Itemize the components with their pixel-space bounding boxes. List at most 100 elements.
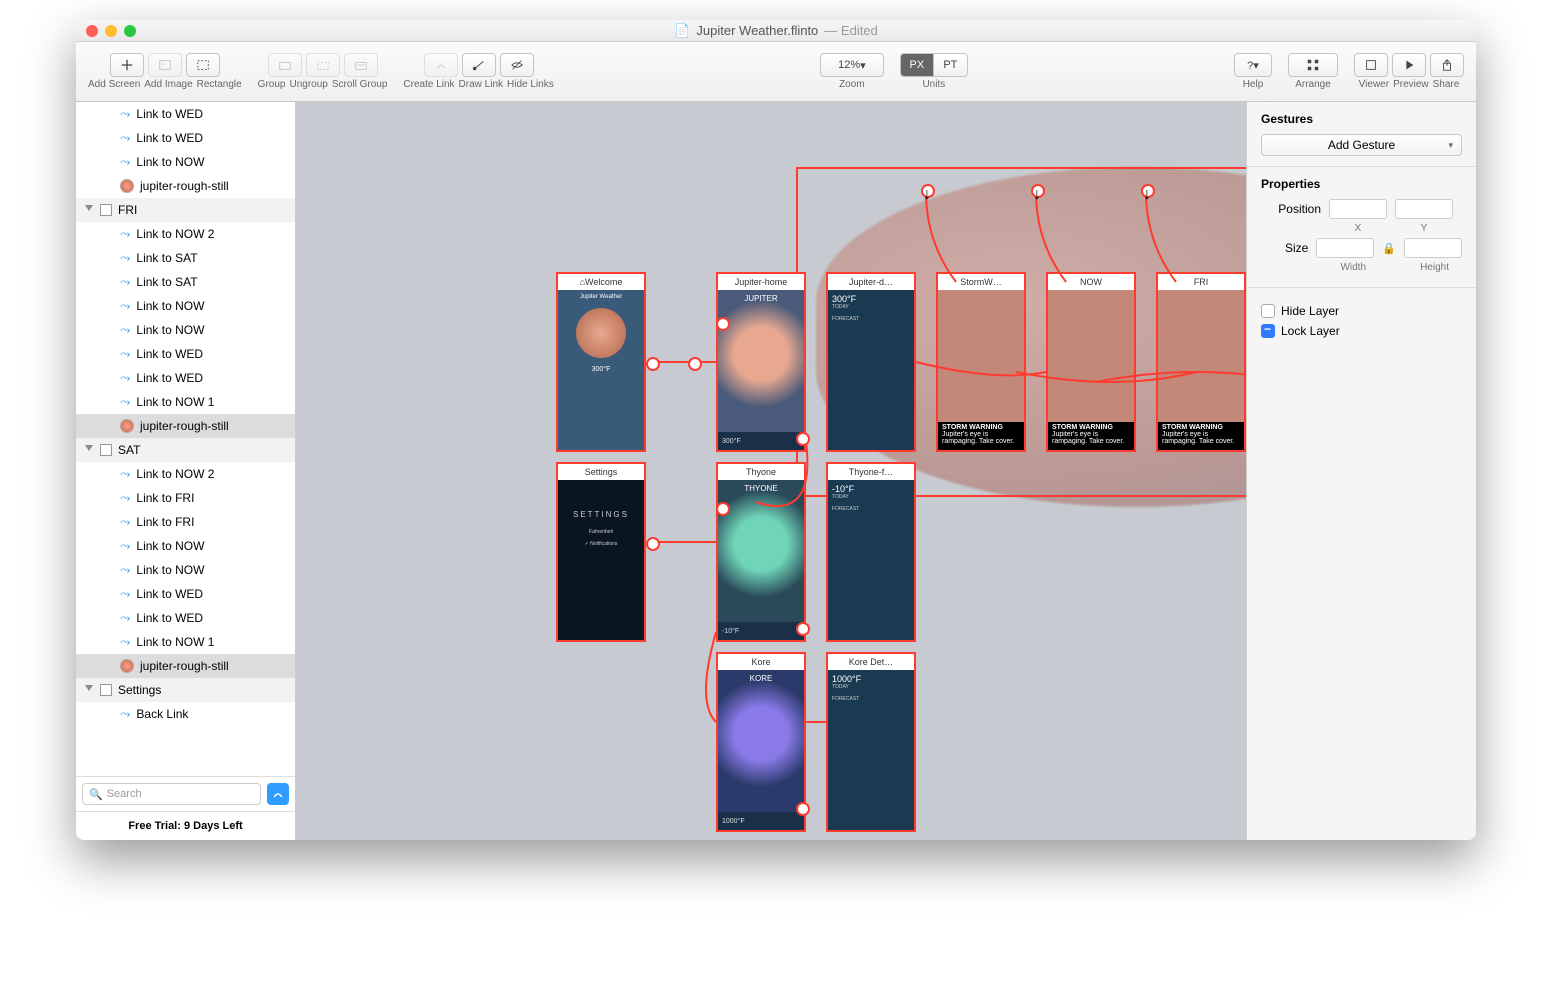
close-window[interactable] — [86, 25, 98, 37]
sidebar-item[interactable]: ⤳Link to FRI — [76, 510, 295, 534]
sidebar-item[interactable]: ⤳Link to WED — [76, 342, 295, 366]
link-node[interactable] — [646, 537, 660, 551]
sidebar-item-label: Link to NOW — [136, 563, 204, 577]
sidebar-item[interactable]: ⤳Link to WED — [76, 366, 295, 390]
sidebar-item[interactable]: ⤳Link to NOW — [76, 534, 295, 558]
link-icon: ⤳ — [120, 226, 130, 242]
sidebar-item[interactable]: ⤳ Link to NOW 2 — [76, 222, 295, 246]
size-height-input[interactable] — [1404, 238, 1462, 258]
sidebar-item[interactable]: ⤳Link to WED — [76, 102, 295, 126]
lock-aspect-icon[interactable]: 🔒 — [1382, 242, 1396, 255]
rectangle-button[interactable] — [186, 53, 220, 77]
sidebar-item[interactable]: ⤳Link to WED — [76, 126, 295, 150]
link-node[interactable] — [716, 317, 730, 331]
link-node[interactable] — [796, 802, 810, 816]
sidebar-item-label: Link to NOW 1 — [136, 635, 214, 649]
sidebar-item[interactable]: ⤳Link to SAT — [76, 270, 295, 294]
arrange-button[interactable] — [1288, 53, 1338, 77]
canvas[interactable]: ⌂ Welcome Jupiter Weather300°F Jupiter-h… — [296, 102, 1246, 840]
link-node[interactable]: ↓ — [921, 184, 935, 198]
hide-layer-checkbox[interactable] — [1261, 304, 1275, 318]
screen-storm-warning[interactable]: StormW… STORM WARNINGJupiter's eye is ra… — [936, 272, 1026, 452]
preview-button[interactable] — [1392, 53, 1426, 77]
gestures-header: Gestures — [1261, 112, 1462, 126]
share-button[interactable] — [1430, 53, 1464, 77]
add-image-label: Add Image — [144, 79, 192, 90]
sidebar-item[interactable]: ⤳Link to NOW — [76, 150, 295, 174]
help-label: Help — [1243, 79, 1264, 90]
sidebar-item[interactable]: ⤳Link to NOW 2 — [76, 462, 295, 486]
screen-icon — [100, 444, 112, 456]
zoom-window[interactable] — [124, 25, 136, 37]
lock-layer-checkbox[interactable] — [1261, 324, 1275, 338]
sidebar-item-label: Link to NOW 2 — [136, 227, 214, 241]
position-x-input[interactable] — [1329, 199, 1387, 219]
sidebar-section-settings[interactable]: Settings — [76, 678, 295, 702]
sidebar-section-sat[interactable]: SAT — [76, 438, 295, 462]
link-mode-toggle[interactable] — [267, 783, 289, 805]
screen-thyone-forecast[interactable]: Thyone-f… -10°FTODAYFORECAST — [826, 462, 916, 642]
sidebar-item[interactable]: ⤳Link to NOW — [76, 318, 295, 342]
position-y-input[interactable] — [1395, 199, 1453, 219]
add-screen-label: Add Screen — [88, 79, 140, 90]
screen-kore[interactable]: Kore KORE 1000°F — [716, 652, 806, 832]
add-image-button[interactable] — [148, 53, 182, 77]
add-gesture-button[interactable]: Add Gesture — [1261, 134, 1462, 156]
ungroup-button[interactable] — [306, 53, 340, 77]
screen-jupiter-home[interactable]: Jupiter-home JUPITER 300°F — [716, 272, 806, 452]
group-label: Group — [258, 79, 286, 90]
sidebar-section-fri[interactable]: FRI — [76, 198, 295, 222]
sidebar-item[interactable]: ⤳Link to NOW 1 — [76, 630, 295, 654]
sidebar-item[interactable]: jupiter-rough-still — [76, 654, 295, 678]
sidebar-item[interactable]: ⤳Link to SAT — [76, 246, 295, 270]
link-node[interactable] — [716, 502, 730, 516]
link-node[interactable] — [646, 357, 660, 371]
sidebar-item[interactable]: jupiter-rough-still — [76, 414, 295, 438]
ungroup-label: Ungroup — [289, 79, 327, 90]
screen-thyone[interactable]: Thyone THYONE -10°F — [716, 462, 806, 642]
link-node[interactable]: ↓ — [1031, 184, 1045, 198]
screen-icon — [100, 204, 112, 216]
add-screen-button[interactable] — [110, 53, 144, 77]
toolbar: Add Screen Add Image Rectangle Group Ung… — [76, 42, 1476, 102]
screen-settings[interactable]: Settings SETTINGSFahrenheit✓ Notificatio… — [556, 462, 646, 642]
sidebar-item[interactable]: ⤳Link to FRI — [76, 486, 295, 510]
link-node[interactable] — [796, 622, 810, 636]
screen-now[interactable]: NOW STORM WARNINGJupiter's eye is rampag… — [1046, 272, 1136, 452]
group-button[interactable] — [268, 53, 302, 77]
sidebar-item[interactable]: ⤳Link to WED — [76, 582, 295, 606]
create-link-button[interactable] — [424, 53, 458, 77]
link-icon: ⤳ — [120, 562, 130, 578]
sidebar-item[interactable]: ⤳Link to NOW 1 — [76, 390, 295, 414]
inspector: Gestures Add Gesture Properties Position… — [1246, 102, 1476, 840]
screen-welcome[interactable]: ⌂ Welcome Jupiter Weather300°F — [556, 272, 646, 452]
screen-fri[interactable]: FRI STORM WARNINGJupiter's eye is rampag… — [1156, 272, 1246, 452]
disclosure-icon — [85, 685, 93, 695]
sidebar-item[interactable]: jupiter-rough-still — [76, 174, 295, 198]
minimize-window[interactable] — [105, 25, 117, 37]
help-button[interactable]: ?▾ — [1234, 53, 1272, 77]
units-pt-button[interactable]: PT — [934, 53, 968, 77]
link-icon: ⤳ — [120, 538, 130, 554]
draw-link-button[interactable] — [462, 53, 496, 77]
scroll-group-button[interactable] — [344, 53, 378, 77]
size-width-input[interactable] — [1316, 238, 1374, 258]
sidebar-item[interactable]: ⤳ Link to NOW — [76, 558, 295, 582]
link-icon: ⤳ — [120, 322, 130, 338]
sidebar-item-label: Link to WED — [136, 347, 203, 361]
hide-links-button[interactable] — [500, 53, 534, 77]
zoom-select[interactable]: 12% ▾ — [820, 53, 884, 77]
sidebar-item[interactable]: ⤳Back Link — [76, 702, 295, 726]
link-node[interactable] — [688, 357, 702, 371]
screen-kore-detail[interactable]: Kore Det… 1000°FTODAYFORECAST — [826, 652, 916, 832]
preview-label: Preview — [1393, 79, 1429, 90]
viewer-button[interactable] — [1354, 53, 1388, 77]
sidebar-item[interactable]: ⤳Link to NOW — [76, 294, 295, 318]
link-node[interactable]: ↓ — [1141, 184, 1155, 198]
search-input[interactable]: 🔍 Search — [82, 783, 261, 805]
units-px-button[interactable]: PX — [900, 53, 934, 77]
link-icon: ⤳ — [120, 586, 130, 602]
sidebar-item[interactable]: ⤳Link to WED — [76, 606, 295, 630]
link-node[interactable] — [796, 432, 810, 446]
screen-jupiter-detail[interactable]: Jupiter-d… 300°FTODAYFORECAST — [826, 272, 916, 452]
